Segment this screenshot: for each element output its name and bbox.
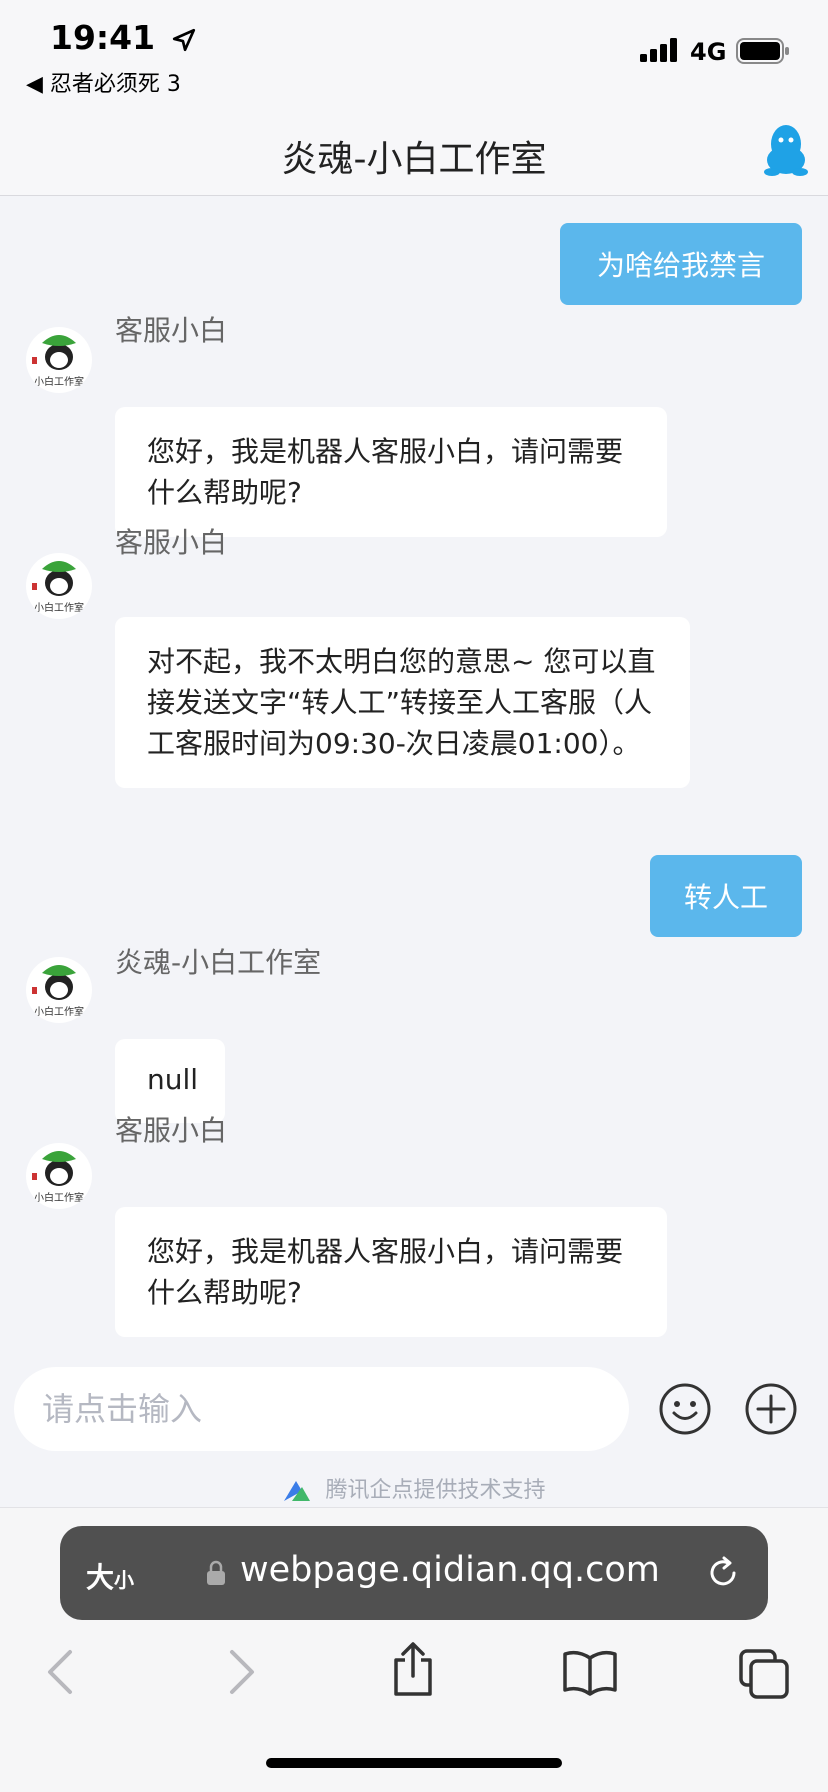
- text-size-small: 小: [114, 1568, 135, 1592]
- network-type: 4G: [690, 38, 727, 66]
- avatar[interactable]: 小白工作室: [26, 553, 92, 619]
- avatar[interactable]: 小白工作室: [26, 1143, 92, 1209]
- avatar-image: 小白工作室: [32, 561, 84, 614]
- message-input[interactable]: [14, 1367, 629, 1451]
- svg-text:小白工作室: 小白工作室: [34, 1005, 84, 1018]
- message-input-bar: 腾讯企点提供技术支持: [0, 1352, 828, 1507]
- forward-chevron-icon[interactable]: [224, 1648, 258, 1696]
- battery-icon: [736, 38, 789, 64]
- message-text: 您好，我是机器人客服小白，请问需要什么帮助呢?: [147, 1235, 624, 1309]
- reload-icon[interactable]: [704, 1554, 742, 1592]
- browser-toolbar: 大小 webpage.qidian.qq.com: [0, 1507, 828, 1792]
- tabs-icon[interactable]: [738, 1648, 790, 1700]
- share-icon[interactable]: [390, 1642, 436, 1698]
- incoming-message: 您好，我是机器人客服小白，请问需要什么帮助呢?: [115, 1207, 667, 1337]
- cellular-signal-icon: [640, 38, 677, 62]
- svg-text:小白工作室: 小白工作室: [34, 601, 84, 614]
- text-size-label: 大: [86, 1561, 115, 1594]
- svg-text:小白工作室: 小白工作室: [34, 1191, 84, 1204]
- back-chevron-icon[interactable]: [44, 1648, 78, 1696]
- emoji-icon[interactable]: [658, 1382, 712, 1436]
- qq-penguin-icon[interactable]: [764, 122, 808, 178]
- svg-text:小白工作室: 小白工作室: [34, 375, 84, 388]
- bookmarks-icon[interactable]: [562, 1648, 618, 1696]
- lock-icon: [207, 1560, 225, 1585]
- message-text: null: [147, 1063, 199, 1096]
- chat-header: 炎魂-小白工作室: [0, 112, 828, 196]
- back-to-app-link[interactable]: ◀ 忍者必须死 3: [26, 66, 181, 98]
- avatar-image: 小白工作室: [32, 335, 84, 388]
- chat-messages[interactable]: 为啥给我禁言 小白工作室 客服小白 您好，我是机器人客服小白，请问需要什么帮助呢…: [0, 197, 828, 1352]
- status-time: 19:41: [50, 18, 156, 57]
- plus-icon[interactable]: [744, 1382, 798, 1436]
- incoming-message: 您好，我是机器人客服小白，请问需要什么帮助呢?: [115, 407, 667, 537]
- outgoing-message: 转人工: [650, 855, 802, 937]
- message-text: 对不起，我不太明白您的意思~ 您可以直接发送文字“转人工”转接至人工客服（人工客…: [147, 645, 656, 760]
- powered-by-text: 腾讯企点提供技术支持: [325, 1478, 546, 1503]
- avatar-image: 小白工作室: [32, 965, 84, 1018]
- outgoing-message: 为啥给我禁言: [560, 223, 802, 305]
- text-size-button[interactable]: 大小: [86, 1556, 134, 1596]
- avatar-image: 小白工作室: [32, 1151, 84, 1204]
- incoming-message: 对不起，我不太明白您的意思~ 您可以直接发送文字“转人工”转接至人工客服（人工客…: [115, 617, 690, 788]
- message-text: 为啥给我禁言: [596, 249, 765, 282]
- message-text: 您好，我是机器人客服小白，请问需要什么帮助呢?: [147, 435, 624, 509]
- sender-name: 客服小白: [115, 314, 228, 347]
- address-bar[interactable]: 大小 webpage.qidian.qq.com: [60, 1526, 768, 1620]
- message-text: 转人工: [683, 881, 768, 914]
- sender-name: 客服小白: [115, 1114, 228, 1147]
- page-title: 炎魂-小白工作室: [281, 139, 547, 180]
- url-text: webpage.qidian.qq.com: [240, 1550, 660, 1590]
- status-bar: 19:41 ◀ 忍者必须死 3 4G: [0, 0, 828, 112]
- sender-name: 客服小白: [115, 526, 228, 559]
- home-indicator[interactable]: [266, 1758, 562, 1768]
- location-arrow-icon: [172, 28, 195, 51]
- qidian-logo-icon: [284, 1481, 311, 1501]
- powered-by: 腾讯企点提供技术支持: [0, 1472, 828, 1504]
- avatar[interactable]: 小白工作室: [26, 957, 92, 1023]
- avatar[interactable]: 小白工作室: [26, 327, 92, 393]
- sender-name: 炎魂-小白工作室: [115, 946, 322, 979]
